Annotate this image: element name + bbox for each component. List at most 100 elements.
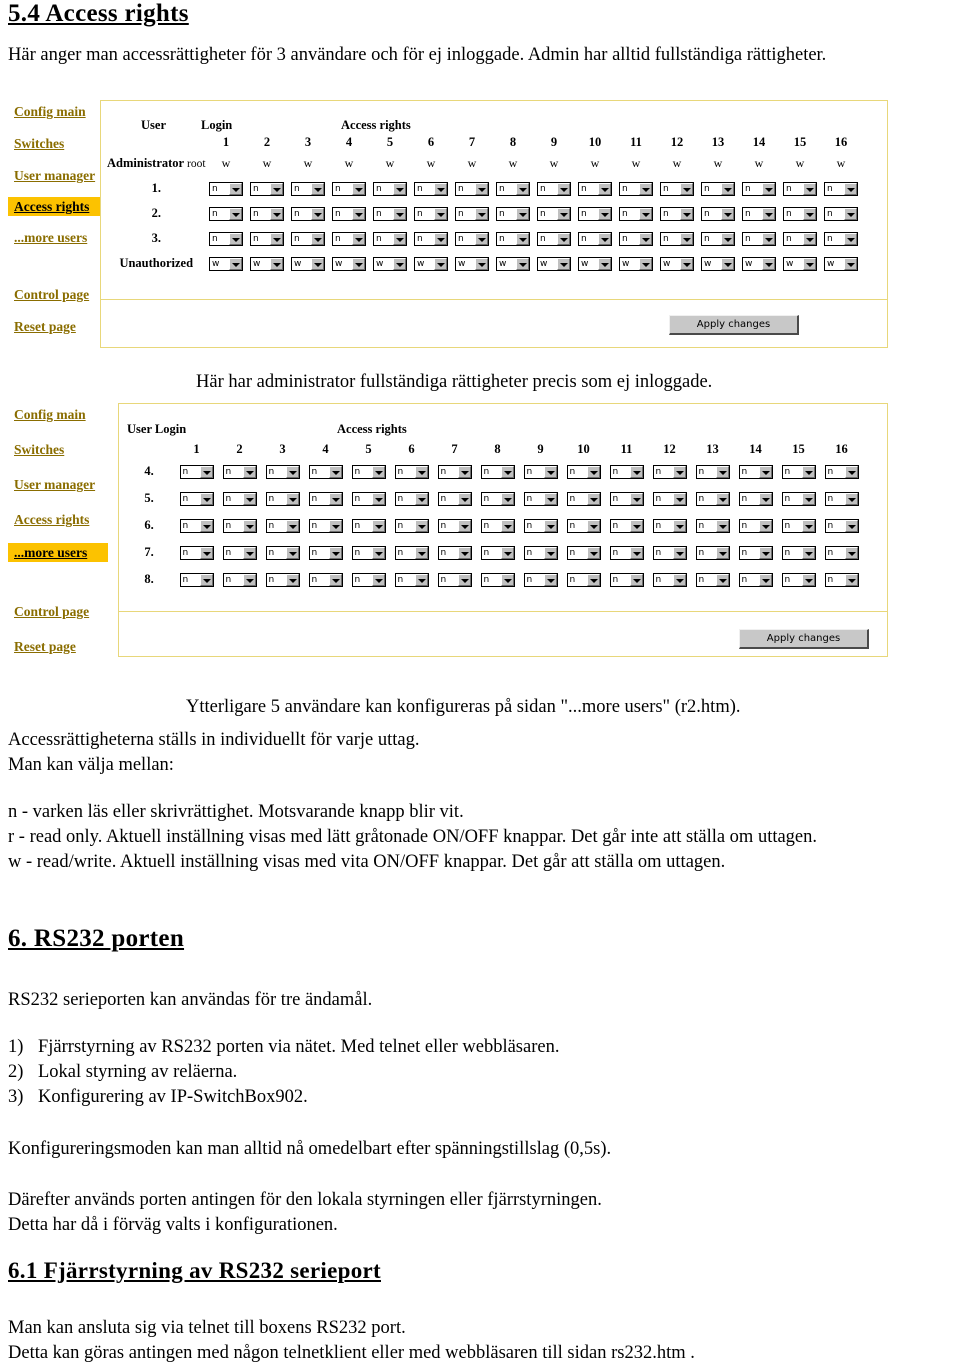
access-right-select[interactable]: n [648,458,691,485]
chevron-down-icon[interactable] [500,493,514,506]
dropdown-7-11[interactable]: n [609,546,644,561]
chevron-down-icon[interactable] [500,466,514,479]
access-right-select[interactable]: n [648,566,691,593]
chevron-down-icon[interactable] [543,520,557,533]
chevron-down-icon[interactable] [500,574,514,587]
dropdown-6-9[interactable]: n [523,519,558,534]
dropdown-2-3[interactable]: n [291,207,326,222]
dropdown-7-1[interactable]: n [179,546,214,561]
chevron-down-icon[interactable] [242,493,256,506]
dropdown-4-9[interactable]: n [523,465,558,480]
dropdown-3-8[interactable]: n [496,232,531,247]
access-right-select[interactable]: n [390,485,433,512]
chevron-down-icon[interactable] [557,208,571,221]
chevron-down-icon[interactable] [229,183,243,196]
chevron-down-icon[interactable] [475,258,489,271]
chevron-down-icon[interactable] [844,547,858,560]
chevron-down-icon[interactable] [721,233,735,246]
access-right-select[interactable]: n [734,539,777,566]
dropdown-7-3[interactable]: n [265,546,300,561]
dropdown-2-13[interactable]: n [701,207,736,222]
access-right-select[interactable]: w [329,251,370,276]
chevron-down-icon[interactable] [803,258,817,271]
dropdown-3-12[interactable]: n [660,232,695,247]
chevron-down-icon[interactable] [629,520,643,533]
dropdown-8-15[interactable]: n [781,573,816,588]
chevron-down-icon[interactable] [328,574,342,587]
chevron-down-icon[interactable] [672,466,686,479]
chevron-down-icon[interactable] [311,208,325,221]
access-right-select[interactable]: n [390,566,433,593]
sidebar2-item-switches[interactable]: Switches [8,440,108,459]
access-right-select[interactable]: n [347,566,390,593]
access-right-select[interactable]: n [218,512,261,539]
chevron-down-icon[interactable] [393,258,407,271]
chevron-down-icon[interactable] [639,233,653,246]
dropdown-1-7[interactable]: n [455,182,490,197]
chevron-down-icon[interactable] [270,233,284,246]
access-right-select[interactable]: n [261,485,304,512]
sidebar2-item-more-users[interactable]: ...more users [8,543,108,562]
chevron-down-icon[interactable] [242,574,256,587]
access-right-select[interactable]: n [691,458,734,485]
dropdown-7-9[interactable]: n [523,546,558,561]
chevron-down-icon[interactable] [586,547,600,560]
chevron-down-icon[interactable] [414,520,428,533]
access-right-select[interactable]: n [562,512,605,539]
dropdown-4-2[interactable]: n [222,465,257,480]
access-right-select[interactable]: n [691,485,734,512]
dropdown-Unauthorized-5[interactable]: w [373,257,408,272]
access-right-select[interactable]: n [329,226,370,251]
access-right-select[interactable]: n [780,201,821,226]
chevron-down-icon[interactable] [414,466,428,479]
dropdown-2-6[interactable]: n [414,207,449,222]
chevron-down-icon[interactable] [762,183,776,196]
dropdown-2-14[interactable]: n [742,207,777,222]
dropdown-3-5[interactable]: n [373,232,408,247]
access-right-select[interactable]: n [261,539,304,566]
dropdown-2-2[interactable]: n [250,207,285,222]
dropdown-5-1[interactable]: n [179,492,214,507]
chevron-down-icon[interactable] [586,493,600,506]
dropdown-3-2[interactable]: n [250,232,285,247]
chevron-down-icon[interactable] [199,520,213,533]
access-right-select[interactable]: n [605,566,648,593]
chevron-down-icon[interactable] [844,233,858,246]
chevron-down-icon[interactable] [414,493,428,506]
dropdown-6-13[interactable]: n [695,519,730,534]
dropdown-Unauthorized-14[interactable]: w [742,257,777,272]
dropdown-5-4[interactable]: n [308,492,343,507]
chevron-down-icon[interactable] [586,574,600,587]
sidebar2-item-access-rights[interactable]: Access rights [8,510,108,529]
dropdown-4-14[interactable]: n [738,465,773,480]
access-right-select[interactable]: n [261,458,304,485]
chevron-down-icon[interactable] [598,258,612,271]
dropdown-1-11[interactable]: n [619,182,654,197]
chevron-down-icon[interactable] [457,547,471,560]
access-right-select[interactable]: n [820,566,863,593]
chevron-down-icon[interactable] [371,520,385,533]
access-right-select[interactable]: n [519,512,562,539]
access-right-select[interactable]: w [206,251,247,276]
chevron-down-icon[interactable] [328,493,342,506]
chevron-down-icon[interactable] [543,574,557,587]
chevron-down-icon[interactable] [199,466,213,479]
chevron-down-icon[interactable] [844,183,858,196]
screenshot2-apply-changes-button[interactable]: Apply changes [739,629,869,649]
access-right-select[interactable]: n [657,176,698,201]
access-right-select[interactable]: n [411,226,452,251]
dropdown-6-2[interactable]: n [222,519,257,534]
chevron-down-icon[interactable] [229,233,243,246]
access-right-select[interactable]: n [616,201,657,226]
dropdown-1-6[interactable]: n [414,182,449,197]
chevron-down-icon[interactable] [242,466,256,479]
access-right-select[interactable]: n [452,226,493,251]
dropdown-3-10[interactable]: n [578,232,613,247]
chevron-down-icon[interactable] [371,547,385,560]
access-right-select[interactable]: n [476,458,519,485]
access-right-select[interactable]: n [780,176,821,201]
dropdown-1-5[interactable]: n [373,182,408,197]
chevron-down-icon[interactable] [229,208,243,221]
dropdown-7-5[interactable]: n [351,546,386,561]
chevron-down-icon[interactable] [639,183,653,196]
